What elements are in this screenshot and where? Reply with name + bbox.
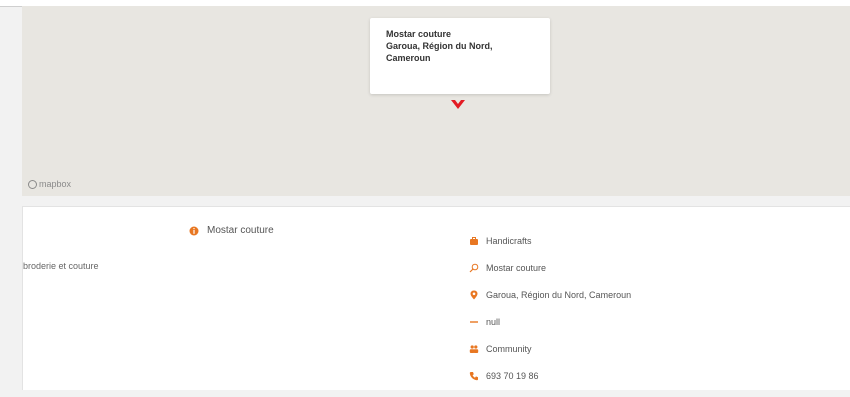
briefcase-icon	[470, 237, 478, 245]
map-view[interactable]: Mostar couture Garoua, Région du Nord, C…	[22, 6, 850, 196]
popup-title: Mostar couture	[386, 29, 452, 39]
map-pin-icon	[470, 290, 478, 300]
category-row: Handicrafts	[469, 235, 631, 247]
website-row[interactable]: null	[469, 316, 631, 328]
phone-row[interactable]: 693 70 19 86	[469, 370, 631, 382]
search-name-row: Mostar couture	[469, 262, 631, 274]
listing-card: Mostar couture broderie et couture Handi…	[22, 206, 850, 390]
listing-name: Mostar couture	[207, 225, 274, 236]
phone-icon	[469, 372, 478, 381]
phone-text[interactable]: 693 70 19 86	[486, 371, 539, 381]
type-row: Community	[469, 343, 631, 355]
info-icon	[189, 226, 199, 235]
address-text: Garoua, Région du Nord, Cameroun	[486, 290, 632, 300]
website-text[interactable]: null	[486, 317, 500, 327]
users-icon	[469, 345, 479, 353]
listing-details: Handicrafts Mostar couture Garoua, Régio…	[469, 235, 631, 397]
map-marker-icon[interactable]	[450, 96, 466, 112]
category-text: Handicrafts	[486, 236, 532, 246]
type-text: Community	[486, 344, 532, 354]
address-row: Garoua, Région du Nord, Cameroun	[469, 289, 631, 301]
mapbox-logo-icon	[28, 179, 37, 189]
listing-description: broderie et couture	[23, 261, 99, 271]
search-name-text: Mostar couture	[486, 263, 547, 273]
popup-address-line: Garoua, Région du Nord,	[386, 41, 493, 51]
link-icon	[470, 321, 478, 323]
map-popup: Mostar couture Garoua, Région du Nord, C…	[370, 18, 550, 94]
search-icon	[469, 263, 479, 273]
mapbox-logo-text: mapbox	[39, 179, 72, 189]
popup-address-line: Cameroun	[386, 53, 431, 63]
listing-title: Mostar couture	[189, 225, 274, 236]
mapbox-logo[interactable]: mapbox	[28, 178, 71, 190]
